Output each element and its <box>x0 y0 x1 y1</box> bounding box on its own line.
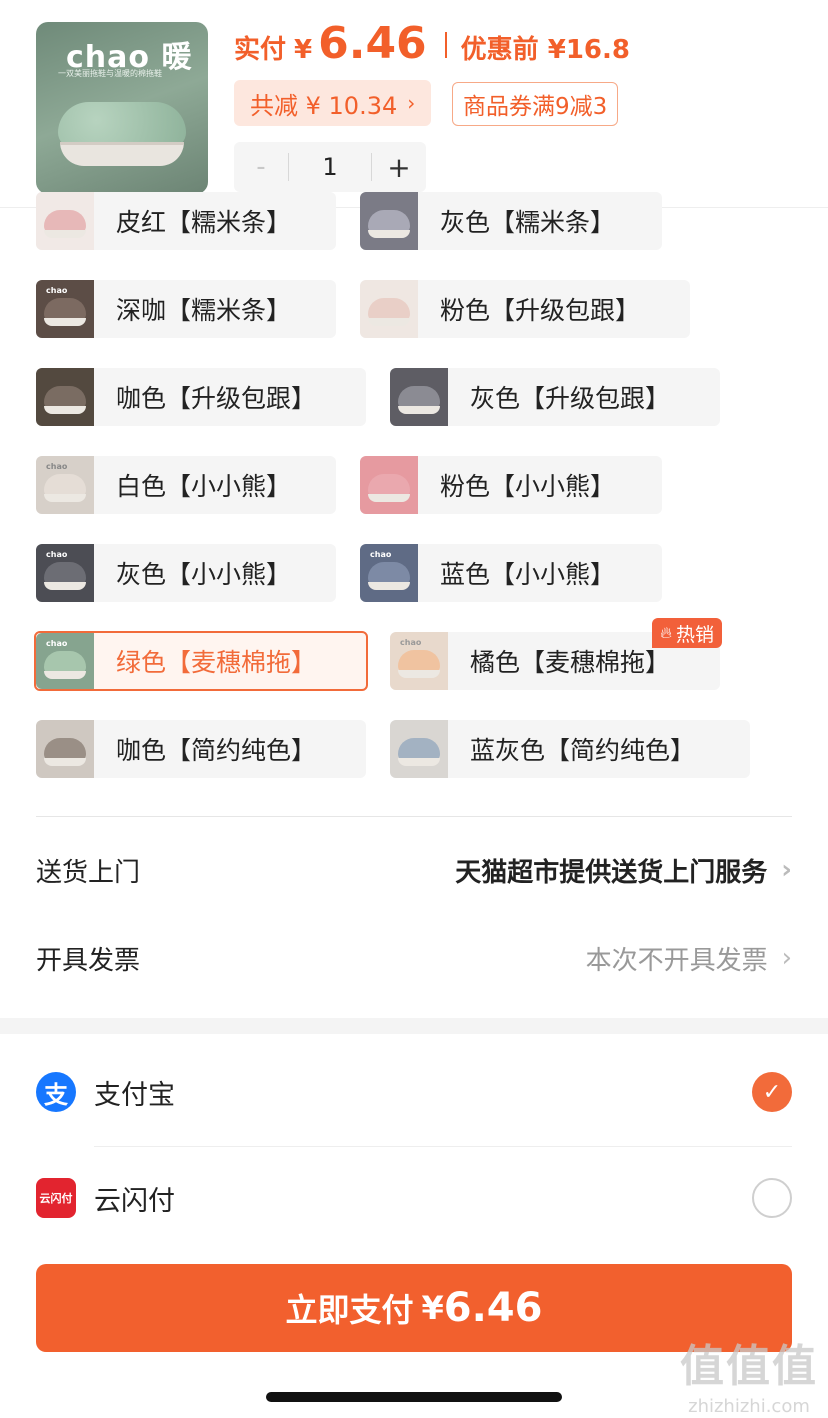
option-thumbnail <box>390 720 448 778</box>
option-thumbnail <box>36 720 94 778</box>
option-thumbnail: chao <box>36 280 94 338</box>
paid-label: 实付 <box>234 35 287 65</box>
delivery-label: 送货上门 <box>36 857 141 888</box>
paid-currency: ¥ <box>294 35 313 65</box>
option-thumbnail: chao <box>36 633 94 689</box>
payment-divider <box>94 1146 792 1147</box>
option-item[interactable]: 咖色【升级包跟】 <box>36 368 366 426</box>
option-thumbnail: chao <box>390 632 448 690</box>
unionpay-icon: 云闪付 <box>36 1178 76 1218</box>
thumbnail-subtitle: 一双美丽拖鞋与温暖的棉拖鞋 <box>58 69 162 78</box>
option-item[interactable]: 灰色【糯米条】 <box>360 192 662 250</box>
price-line: 实付 ¥ 6.46 优惠前 ¥16.8 <box>234 18 630 69</box>
option-thumbnail <box>36 192 94 250</box>
delivery-value-text: 天猫超市提供送货上门服务 <box>455 857 768 888</box>
section-divider <box>36 816 792 817</box>
watermark-logo: 值值值 <box>680 1341 818 1392</box>
option-label: 灰色【糯米条】 <box>440 208 616 237</box>
option-item[interactable]: chao 深咖【糯米条】 <box>36 280 336 338</box>
option-thumbnail <box>390 368 448 426</box>
option-label: 蓝灰色【简约纯色】 <box>470 736 696 765</box>
pay-button-currency: ¥ <box>421 1289 444 1327</box>
option-thumbnail <box>360 192 418 250</box>
option-item[interactable]: 蓝灰色【简约纯色】 <box>390 720 750 778</box>
invoice-value: 本次不开具发票 › <box>586 940 792 977</box>
invoice-row[interactable]: 开具发票 本次不开具发票 › <box>36 928 792 988</box>
option-thumbnail: chao <box>36 544 94 602</box>
payment-option-unionpay[interactable]: 云闪付 云闪付 <box>36 1168 792 1228</box>
option-thumbnail: chao <box>36 456 94 514</box>
decrease-button[interactable]: - <box>234 152 288 182</box>
option-item[interactable]: chao 白色【小小熊】 <box>36 456 336 514</box>
chevron-right-icon: › <box>781 943 792 973</box>
product-header: chao 暖 一双美丽拖鞋与温暖的棉拖鞋 实付 ¥ 6.46 优惠前 ¥16.8… <box>0 0 828 208</box>
flame-icon: 🔥︎ <box>660 623 672 642</box>
saving-detail-button[interactable]: 共减 ¥ 10.34 › <box>234 80 432 126</box>
option-label: 咖色【升级包跟】 <box>116 384 317 413</box>
delivery-value: 天猫超市提供送货上门服务 › <box>455 852 792 889</box>
unionpay-label: 云闪付 <box>94 1185 175 1217</box>
option-item[interactable]: 粉色【升级包跟】 <box>360 280 690 338</box>
option-label: 粉色【升级包跟】 <box>440 296 641 325</box>
option-item[interactable]: chao 橘色【麦穗棉拖】 🔥︎ 热销 <box>390 618 722 690</box>
hot-sale-badge: 🔥︎ 热销 <box>652 618 722 648</box>
option-item-selected[interactable]: chao 绿色【麦穗棉拖】 <box>34 631 368 691</box>
watermark: 值值值 zhizhizhi.com <box>680 1330 818 1417</box>
coupon-tag: 商品券满9减3 <box>452 82 619 126</box>
pay-button-amount: 6.46 <box>443 1285 543 1331</box>
option-label: 白色【小小熊】 <box>116 472 292 501</box>
price-separator <box>444 32 447 58</box>
option-label: 皮红【糯米条】 <box>116 208 292 237</box>
option-thumbnail <box>36 368 94 426</box>
pay-now-button[interactable]: 立即支付 ¥ 6.46 <box>36 1264 792 1352</box>
option-item[interactable]: 粉色【小小熊】 <box>360 456 662 514</box>
option-label: 灰色【小小熊】 <box>116 560 292 589</box>
alipay-icon: 支 <box>36 1072 76 1112</box>
invoice-value-text: 本次不开具发票 <box>585 945 768 976</box>
quantity-input[interactable]: 1 <box>289 153 371 181</box>
original-price: 优惠前 ¥16.8 <box>460 35 630 65</box>
invoice-label: 开具发票 <box>36 945 141 976</box>
option-label: 橘色【麦穗棉拖】 <box>470 648 671 677</box>
option-item[interactable]: chao 蓝色【小小熊】 <box>360 544 662 602</box>
option-label: 粉色【小小熊】 <box>440 472 616 501</box>
chevron-right-icon: › <box>407 91 416 115</box>
paid-price: 6.46 <box>318 18 427 69</box>
option-item[interactable]: 咖色【简约纯色】 <box>36 720 366 778</box>
option-thumbnail <box>360 456 418 514</box>
pay-button-label: 立即支付 <box>285 1291 414 1329</box>
radio-unchecked[interactable] <box>752 1178 792 1218</box>
option-thumbnail <box>360 280 418 338</box>
chevron-right-icon: › <box>781 855 792 885</box>
option-item[interactable]: 皮红【糯米条】 <box>36 192 336 250</box>
option-label: 深咖【糯米条】 <box>116 296 292 325</box>
option-thumbnail: chao <box>360 544 418 602</box>
quantity-stepper: - 1 + <box>234 142 426 192</box>
option-item[interactable]: chao 灰色【小小熊】 <box>36 544 336 602</box>
alipay-label: 支付宝 <box>94 1079 175 1111</box>
product-thumbnail[interactable]: chao 暖 一双美丽拖鞋与温暖的棉拖鞋 <box>36 22 208 194</box>
hot-sale-label: 热销 <box>675 623 714 646</box>
saving-label: 共减 ¥ 10.34 <box>250 91 398 120</box>
payment-option-alipay[interactable]: 支 支付宝 ✓ <box>36 1062 792 1122</box>
slipper-image <box>58 102 186 172</box>
increase-button[interactable]: + <box>372 151 426 184</box>
section-gap <box>0 1018 828 1034</box>
coupon-label: 商品券满9减3 <box>463 94 608 120</box>
option-label: 蓝色【小小熊】 <box>440 560 616 589</box>
delivery-row[interactable]: 送货上门 天猫超市提供送货上门服务 › <box>36 840 792 900</box>
watermark-url: zhizhizhi.com <box>688 1396 810 1417</box>
radio-checked[interactable]: ✓ <box>752 1072 792 1112</box>
home-indicator[interactable] <box>266 1392 562 1402</box>
option-label: 灰色【升级包跟】 <box>470 384 671 413</box>
option-label: 咖色【简约纯色】 <box>116 736 317 765</box>
option-label: 绿色【麦穗棉拖】 <box>116 648 317 677</box>
option-item[interactable]: 灰色【升级包跟】 <box>390 368 720 426</box>
